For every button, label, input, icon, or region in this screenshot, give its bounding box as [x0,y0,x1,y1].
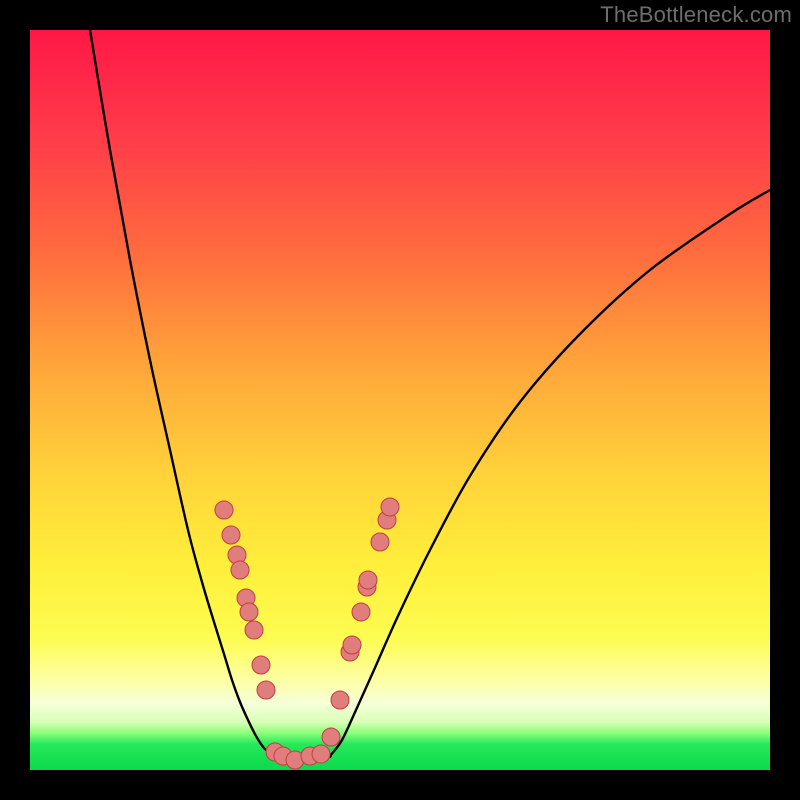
marker-dot [322,728,340,746]
marker-dot [381,498,399,516]
bottleneck-curve [90,30,770,762]
marker-dot [231,561,249,579]
marker-dot [312,745,330,763]
marker-dot [359,571,377,589]
watermark-text: TheBottleneck.com [600,2,792,28]
marker-dot [252,656,270,674]
plot-area [30,30,770,770]
marker-dot [331,691,349,709]
chart-stage: TheBottleneck.com [0,0,800,800]
marker-dot [257,681,275,699]
marker-dot [215,501,233,519]
marker-dot [222,526,240,544]
marker-dot [245,621,263,639]
marker-group [215,498,399,769]
marker-dot [352,603,370,621]
marker-dot [371,533,389,551]
marker-dot [240,603,258,621]
marker-dot [343,636,361,654]
chart-svg [30,30,770,770]
